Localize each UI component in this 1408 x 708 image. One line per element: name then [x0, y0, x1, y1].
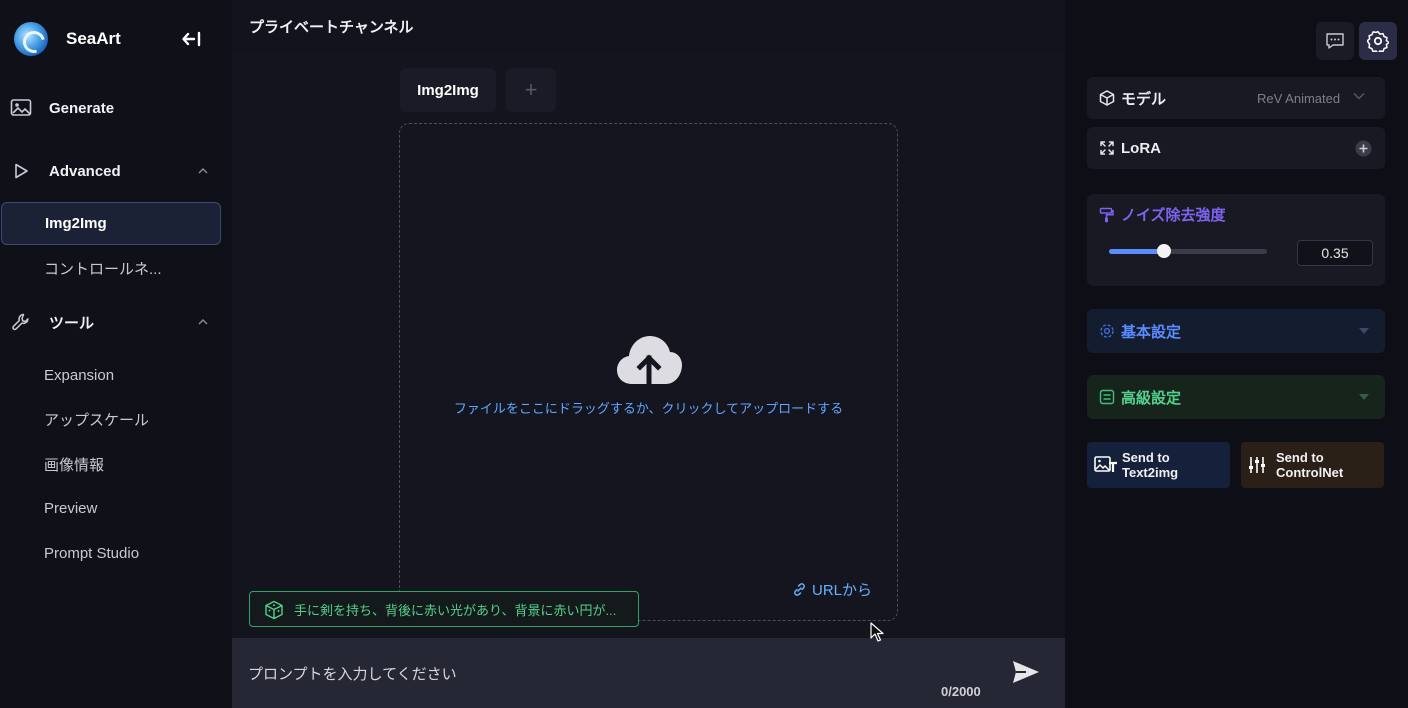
settings-button[interactable] [1359, 22, 1397, 60]
list-box-icon [1099, 389, 1115, 405]
model-card: モデル ReV Animated [1087, 77, 1385, 119]
gear-icon [1367, 30, 1389, 52]
collapse-sidebar-button[interactable] [180, 28, 204, 50]
denoise-slider-fill [1109, 249, 1165, 254]
main-area: プライベートチャンネル Img2Img + ファイルをここにドラッグするか、クリ… [232, 0, 1065, 708]
basic-settings-label: 基本設定 [1121, 323, 1182, 341]
denoise-label: ノイズ除去強度 [1121, 207, 1226, 224]
chat-icon [1326, 33, 1344, 49]
url-link-label: URLから [812, 582, 873, 599]
sidebar-item-label: ツール [49, 314, 95, 332]
chat-button[interactable] [1316, 22, 1354, 60]
tab-img2img[interactable]: Img2Img [400, 68, 496, 112]
sidebar-item-controlnet[interactable]: コントロールネ... [0, 248, 232, 288]
suggested-prompt-text: 手に剣を持ち、背後に赤い光があり、背景に赤い円が... [294, 602, 617, 618]
sliders-icon [1249, 457, 1265, 473]
sidebar-item-advanced[interactable]: Advanced [0, 151, 232, 191]
upload-hint: ファイルをここにドラッグするか、クリックしてアップロードする [453, 401, 844, 416]
lora-label: LoRA [1121, 139, 1161, 157]
sidebar-item-label: Advanced [49, 162, 121, 180]
chevron-down-icon [1353, 93, 1365, 100]
mouse-cursor-icon [870, 622, 884, 642]
collapse-arrow-icon [182, 31, 201, 47]
chevron-up-icon [198, 319, 208, 325]
basic-settings-toggle[interactable]: 基本設定 [1087, 309, 1385, 353]
sidebar-item-label: 画像情報 [44, 456, 105, 474]
denoise-value-input[interactable] [1297, 240, 1373, 266]
add-lora-icon[interactable] [1355, 140, 1372, 157]
caret-down-icon [1359, 394, 1369, 400]
suggested-prompt-chip[interactable]: 手に剣を持ち、背後に赤い光があり、背景に赤い円が... [249, 591, 639, 627]
expand-arrows-icon [1100, 141, 1114, 155]
lora-row[interactable]: LoRA [1087, 127, 1385, 169]
app-logo[interactable]: SeaArt [14, 22, 214, 56]
cloud-upload-icon [617, 336, 682, 385]
sidebar-item-label: アップスケール [44, 411, 150, 429]
model-value: ReV Animated [1257, 90, 1341, 106]
sidebar-item-expansion[interactable]: Expansion [0, 355, 232, 395]
sidebar-item-preview[interactable]: Preview [0, 488, 232, 528]
page-title: プライベートチャンネル [249, 19, 414, 36]
app-name: SeaArt [66, 29, 121, 48]
character-count: 0/2000 [941, 684, 981, 699]
wrench-icon [10, 311, 32, 333]
denoise-slider-handle[interactable] [1157, 244, 1172, 258]
advanced-settings-toggle[interactable]: 高級設定 [1087, 375, 1385, 419]
advanced-settings-card: 高級設定 [1087, 375, 1385, 419]
prompt-input[interactable] [248, 662, 928, 686]
chevron-up-icon [198, 168, 208, 174]
gear-small-icon [1100, 324, 1114, 338]
paint-roller-icon [1099, 207, 1114, 223]
caret-down-icon [1359, 328, 1369, 334]
sidebar-item-prompt-studio[interactable]: Prompt Studio [0, 533, 232, 573]
image-text-icon [1094, 456, 1117, 472]
image-upload-dropzone[interactable]: ファイルをここにドラッグするか、クリックしてアップロードする URLから [399, 123, 898, 621]
basic-settings-card: 基本設定 [1087, 309, 1385, 353]
link-icon [794, 583, 805, 596]
send-icon[interactable] [1010, 658, 1042, 686]
denoise-strength-card: ノイズ除去強度 [1087, 194, 1385, 286]
channel-header: プライベートチャンネル [232, 0, 1065, 52]
seaart-logo-icon [14, 22, 48, 56]
model-selector[interactable]: モデル ReV Animated [1087, 77, 1385, 119]
advanced-settings-label: 高級設定 [1121, 389, 1182, 407]
sidebar: SeaArt Generate Advanced Img2Img コントロールネ… [0, 0, 232, 708]
sidebar-item-upscale[interactable]: アップスケール [0, 399, 232, 439]
cube-icon [1099, 90, 1115, 106]
sidebar-item-tools[interactable]: ツール [0, 302, 232, 342]
denoise-slider[interactable] [1109, 244, 1267, 258]
send-to-controlnet-label: Send to ControlNet [1276, 450, 1344, 480]
sidebar-item-label: Generate [49, 99, 115, 117]
lora-card: LoRA [1087, 127, 1385, 169]
upload-from-url-link[interactable]: URLから [792, 579, 872, 600]
prompt-bar: 0/2000 [232, 638, 1065, 708]
send-to-controlnet-button[interactable]: Send to ControlNet [1241, 442, 1384, 488]
sidebar-item-image-info[interactable]: 画像情報 [0, 444, 232, 484]
model-label: モデル [1121, 90, 1167, 108]
sidebar-item-img2img[interactable]: Img2Img [1, 202, 221, 245]
sidebar-item-label: Prompt Studio [44, 544, 140, 562]
sidebar-item-label: Preview [44, 499, 98, 517]
send-to-text2img-label: Send to Text2img [1122, 450, 1179, 480]
add-tab-button[interactable]: + [506, 68, 556, 112]
sidebar-item-label: コントロールネ... [44, 260, 162, 278]
dice-icon [265, 600, 283, 620]
send-to-text2img-button[interactable]: Send to Text2img [1087, 442, 1230, 488]
sidebar-item-generate[interactable]: Generate [0, 88, 232, 128]
sidebar-item-label: Expansion [44, 366, 115, 384]
play-icon [10, 160, 32, 182]
sidebar-item-label: Img2Img [45, 215, 107, 232]
image-generate-icon [10, 97, 32, 119]
settings-panel: モデル ReV Animated LoRA ノイズ除去強度 0.35 基本設定 … [1065, 0, 1408, 708]
